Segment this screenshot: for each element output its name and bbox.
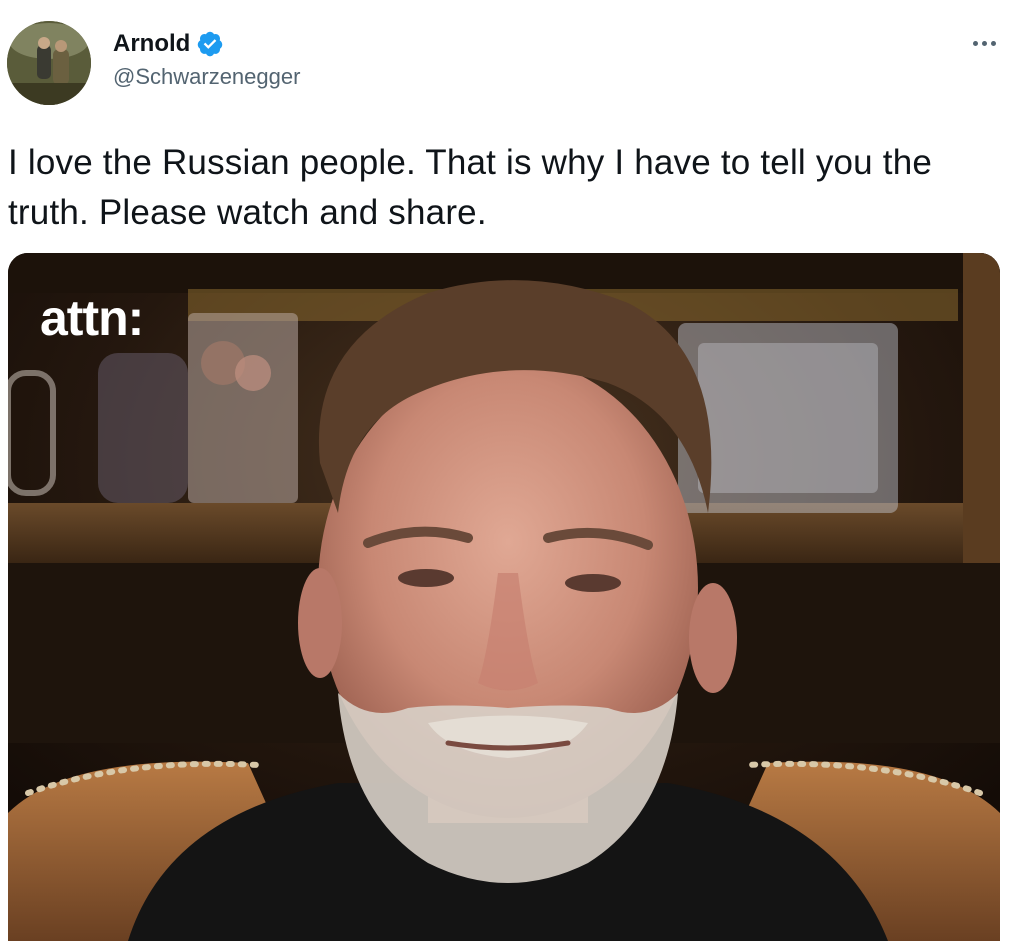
- more-dot: [981, 40, 987, 46]
- more-dot: [972, 40, 978, 46]
- tweet-video[interactable]: attn:: [8, 253, 1000, 941]
- author-handle[interactable]: @Schwarzenegger: [113, 63, 300, 91]
- tweet-author: Arnold @Schwarzenegger: [113, 29, 300, 91]
- avatar-image: [7, 21, 91, 105]
- video-watermark: attn:: [40, 290, 144, 346]
- author-display-name[interactable]: Arnold: [113, 29, 190, 59]
- tweet-card: Arnold @Schwarzenegger I love the Russia…: [0, 0, 1024, 941]
- tweet-text: I love the Russian people. That is why I…: [8, 143, 933, 232]
- verified-badge-icon: [198, 31, 223, 57]
- more-options-icon[interactable]: [966, 28, 1002, 58]
- video-frame: [8, 253, 1000, 941]
- author-name-row: Arnold: [113, 29, 300, 59]
- more-dot: [990, 40, 996, 46]
- avatar[interactable]: [7, 21, 91, 105]
